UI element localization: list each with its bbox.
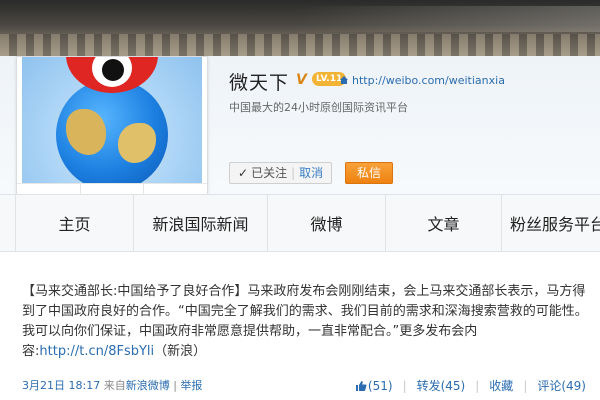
unfollow-link[interactable]: 取消 (299, 163, 323, 183)
message-button[interactable]: 私信 (345, 162, 393, 184)
repost-button[interactable]: 转发(45) (417, 377, 466, 394)
followed-label: 已关注 (251, 166, 288, 180)
globe-icon (56, 79, 168, 183)
post-meta: 3月21日 18:17 来自新浪微博 | 举报 (22, 377, 202, 393)
nav-left-padding (0, 195, 16, 251)
profile-name: 微天下 (229, 72, 290, 94)
post-link[interactable]: http://t.cn/8FsbYli (39, 344, 154, 359)
post-time[interactable]: 3月21日 18:17 (22, 379, 100, 392)
action-separator: | (402, 378, 407, 393)
cover-sky (300, 6, 600, 32)
weibo-post: 【马来交通部长:中国给予了良好合作】马来政府发布会刚刚结束，会上马来交通部长表示… (0, 252, 600, 400)
action-separator: | (523, 378, 528, 393)
verified-v-icon[interactable]: V (296, 72, 307, 88)
post-text: 【马来交通部长:中国给予了良好合作】马来政府发布会刚刚结束，会上马来交通部长表示… (22, 282, 592, 362)
avatar[interactable] (22, 57, 202, 183)
weibo-eye-pupil (102, 59, 124, 81)
home-icon (340, 76, 348, 84)
tab-home[interactable]: 主页 (16, 195, 134, 251)
comment-button[interactable]: 评论(49) (537, 377, 586, 394)
profile-description: 中国最大的24小时原创国际资讯平台 (229, 101, 408, 114)
post-headline: 【马来交通部长:中国给予了良好合作】 (22, 284, 248, 299)
profile-url[interactable]: http://weibo.com/weitianxia (339, 74, 505, 87)
profile-url-text: http://weibo.com/weitianxia (352, 74, 505, 87)
followed-button[interactable]: ✓ 已关注 | 取消 (229, 162, 333, 184)
check-icon: ✓ (238, 166, 249, 180)
like-button[interactable]: (51) (355, 379, 393, 393)
action-separator: | (475, 378, 480, 393)
tab-fan-service[interactable]: 粉丝服务平台 (502, 195, 600, 251)
followed-separator: | (291, 166, 296, 180)
meta-separator: | (173, 379, 177, 392)
thumbs-up-icon (355, 380, 367, 391)
post-actions: (51) | 转发(45) | 收藏 | 评论(49) (355, 377, 586, 394)
cover-cityscape (0, 34, 600, 56)
post-source-note: （新浪） (154, 344, 207, 359)
tab-sina-intl-news[interactable]: 新浪国际新闻 (134, 195, 268, 251)
report-link[interactable]: 举报 (180, 379, 202, 392)
cover-banner (0, 0, 600, 56)
globe-land-west (66, 109, 106, 155)
globe-land-east (118, 123, 156, 163)
favorite-button[interactable]: 收藏 (489, 377, 513, 394)
tab-weibo[interactable]: 微博 (268, 195, 386, 251)
profile-header: 409 关注 10145102 粉丝 86402 微博 微天下 V LV.11 … (0, 56, 600, 242)
like-count: (51) (367, 378, 393, 393)
post-source[interactable]: 新浪微博 (126, 379, 170, 392)
tab-articles[interactable]: 文章 (386, 195, 502, 251)
post-source-prefix: 来自 (103, 379, 126, 392)
profile-nav: 主页 新浪国际新闻 微博 文章 粉丝服务平台 (0, 194, 600, 252)
